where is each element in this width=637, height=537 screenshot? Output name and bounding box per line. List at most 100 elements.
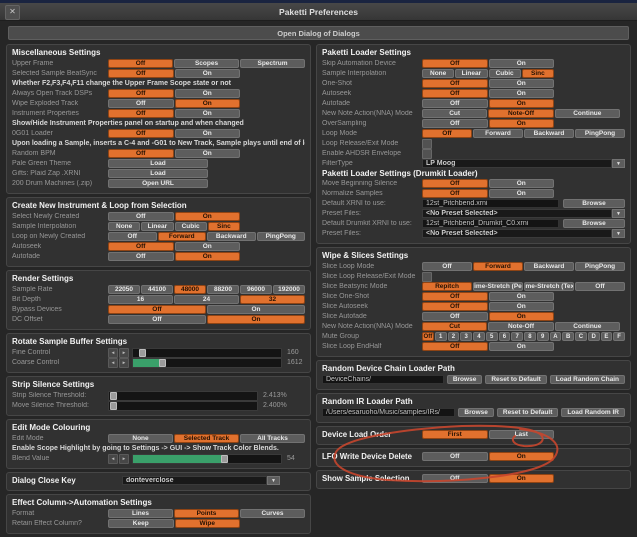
option-2[interactable]: 2 xyxy=(448,332,460,341)
option-c[interactable]: C xyxy=(575,332,587,341)
option-88200[interactable]: 88200 xyxy=(207,285,239,294)
path-field[interactable]: DeviceChains/ xyxy=(322,375,444,384)
option-forward[interactable]: Forward xyxy=(473,262,523,271)
option-off[interactable]: Off xyxy=(108,315,206,324)
option-linear[interactable]: Linear xyxy=(141,222,173,231)
option-on[interactable]: On xyxy=(207,315,305,324)
option-points[interactable]: Points xyxy=(174,509,239,518)
option-on[interactable]: On xyxy=(489,119,555,128)
browse-button[interactable]: Browse xyxy=(563,199,625,208)
option-off[interactable]: Off xyxy=(422,474,488,483)
option-forward[interactable]: Forward xyxy=(158,232,207,241)
option-off[interactable]: Off xyxy=(422,302,488,311)
option-4[interactable]: 4 xyxy=(473,332,485,341)
option-on[interactable]: On xyxy=(175,242,241,251)
browse-button[interactable]: Browse xyxy=(458,408,493,417)
option-7[interactable]: 7 xyxy=(511,332,523,341)
load-button[interactable]: Load xyxy=(108,159,208,168)
slider-track[interactable] xyxy=(132,454,282,464)
option-on[interactable]: On xyxy=(489,99,555,108)
option-on[interactable]: On xyxy=(489,292,555,301)
option-time-stretch-text[interactable]: Time-Stretch (Text. xyxy=(524,282,574,291)
option-off[interactable]: Off xyxy=(108,59,173,68)
slider-handle[interactable] xyxy=(139,349,146,357)
option-selected-track[interactable]: Selected Track xyxy=(174,434,239,443)
option-curves[interactable]: Curves xyxy=(240,509,305,518)
option-pingpong[interactable]: PingPong xyxy=(575,262,625,271)
option-none[interactable]: None xyxy=(108,434,173,443)
option-cut[interactable]: Cut xyxy=(422,109,487,118)
option-on[interactable]: On xyxy=(175,252,241,261)
option-off[interactable]: Off xyxy=(108,252,174,261)
option-none[interactable]: None xyxy=(422,69,454,78)
default-drumkit-xrni-to-use-field[interactable]: 12st_Pitchbend_Drumkit_C0.xrni xyxy=(422,219,559,228)
dialog-close-key-dropdown[interactable]: donteverclose▼ xyxy=(122,476,280,485)
dropdown-arrow-icon[interactable]: ▼ xyxy=(612,229,625,238)
option-on[interactable]: On xyxy=(489,342,555,351)
option-backward[interactable]: Backward xyxy=(207,232,256,241)
option-32[interactable]: 32 xyxy=(240,295,305,304)
option-pingpong[interactable]: PingPong xyxy=(575,129,625,138)
load-random-chain-button[interactable]: Load Random Chain xyxy=(550,375,625,384)
option-forward[interactable]: Forward xyxy=(473,129,523,138)
default-xrni-to-use-field[interactable]: 12st_Pitchbend.xrni xyxy=(422,199,559,208)
option-3[interactable]: 3 xyxy=(460,332,472,341)
dropdown-arrow-icon[interactable]: ▼ xyxy=(267,476,280,485)
stepper-increase-icon[interactable]: ► xyxy=(119,348,129,358)
load-random-ir-button[interactable]: Load Random IR xyxy=(561,408,625,417)
option-keep[interactable]: Keep xyxy=(108,519,174,528)
option-on[interactable]: On xyxy=(175,212,241,221)
dropdown-arrow-icon[interactable]: ▼ xyxy=(612,209,625,218)
option-all-tracks[interactable]: All Tracks xyxy=(240,434,305,443)
option-22050[interactable]: 22050 xyxy=(108,285,140,294)
option-backward[interactable]: Backward xyxy=(524,262,574,271)
option-24[interactable]: 24 xyxy=(174,295,239,304)
option-note-off[interactable]: Note-Off xyxy=(488,109,553,118)
option-off[interactable]: Off xyxy=(422,89,488,98)
stepper-decrease-icon[interactable]: ◄ xyxy=(108,348,118,358)
option-spectrum[interactable]: Spectrum xyxy=(240,59,305,68)
option-cubic[interactable]: Cubic xyxy=(489,69,521,78)
option-96000[interactable]: 96000 xyxy=(240,285,272,294)
option-5[interactable]: 5 xyxy=(486,332,498,341)
open-url-button[interactable]: Open URL xyxy=(108,179,208,188)
option-8[interactable]: 8 xyxy=(524,332,536,341)
option-9[interactable]: 9 xyxy=(537,332,549,341)
loop-release-exit-mode-checkbox[interactable] xyxy=(422,139,432,149)
option-on[interactable]: On xyxy=(489,179,555,188)
option-cut[interactable]: Cut xyxy=(422,322,487,331)
reset-to-default-button[interactable]: Reset to Default xyxy=(497,408,558,417)
dropdown-arrow-icon[interactable]: ▼ xyxy=(612,159,625,168)
enable-ahdsr-envelope-checkbox[interactable] xyxy=(422,149,432,159)
option-off[interactable]: Off xyxy=(108,232,157,241)
option-on[interactable]: On xyxy=(489,452,555,461)
option-note-off[interactable]: Note-Off xyxy=(488,322,553,331)
option-sinc[interactable]: Sinc xyxy=(522,69,554,78)
stepper-decrease-icon[interactable]: ◄ xyxy=(108,358,118,368)
option-off[interactable]: Off xyxy=(422,79,488,88)
option-on[interactable]: On xyxy=(489,79,555,88)
option-e[interactable]: E xyxy=(601,332,613,341)
option-off[interactable]: Off xyxy=(108,129,174,138)
option-6[interactable]: 6 xyxy=(499,332,511,341)
option-off[interactable]: Off xyxy=(422,342,488,351)
option-on[interactable]: On xyxy=(489,89,555,98)
slider-track[interactable] xyxy=(132,358,282,368)
option-off[interactable]: Off xyxy=(422,119,488,128)
option-on[interactable]: On xyxy=(489,302,555,311)
option-on[interactable]: On xyxy=(175,109,241,118)
option-off[interactable]: Off xyxy=(422,179,488,188)
option-on[interactable]: On xyxy=(207,305,305,314)
open-dialog-of-dialogs-button[interactable]: Open Dialog of Dialogs xyxy=(8,26,629,40)
option-off[interactable]: Off xyxy=(422,129,472,138)
slider-track[interactable] xyxy=(132,348,282,358)
option-off[interactable]: Off xyxy=(422,332,434,341)
slider-handle[interactable] xyxy=(110,392,117,400)
option-on[interactable]: On xyxy=(175,69,241,78)
option-on[interactable]: On xyxy=(175,129,241,138)
option-lines[interactable]: Lines xyxy=(108,509,173,518)
option-on[interactable]: On xyxy=(489,474,555,483)
option-on[interactable]: On xyxy=(175,89,241,98)
close-icon[interactable]: ✕ xyxy=(5,5,20,20)
browse-button[interactable]: Browse xyxy=(563,219,625,228)
